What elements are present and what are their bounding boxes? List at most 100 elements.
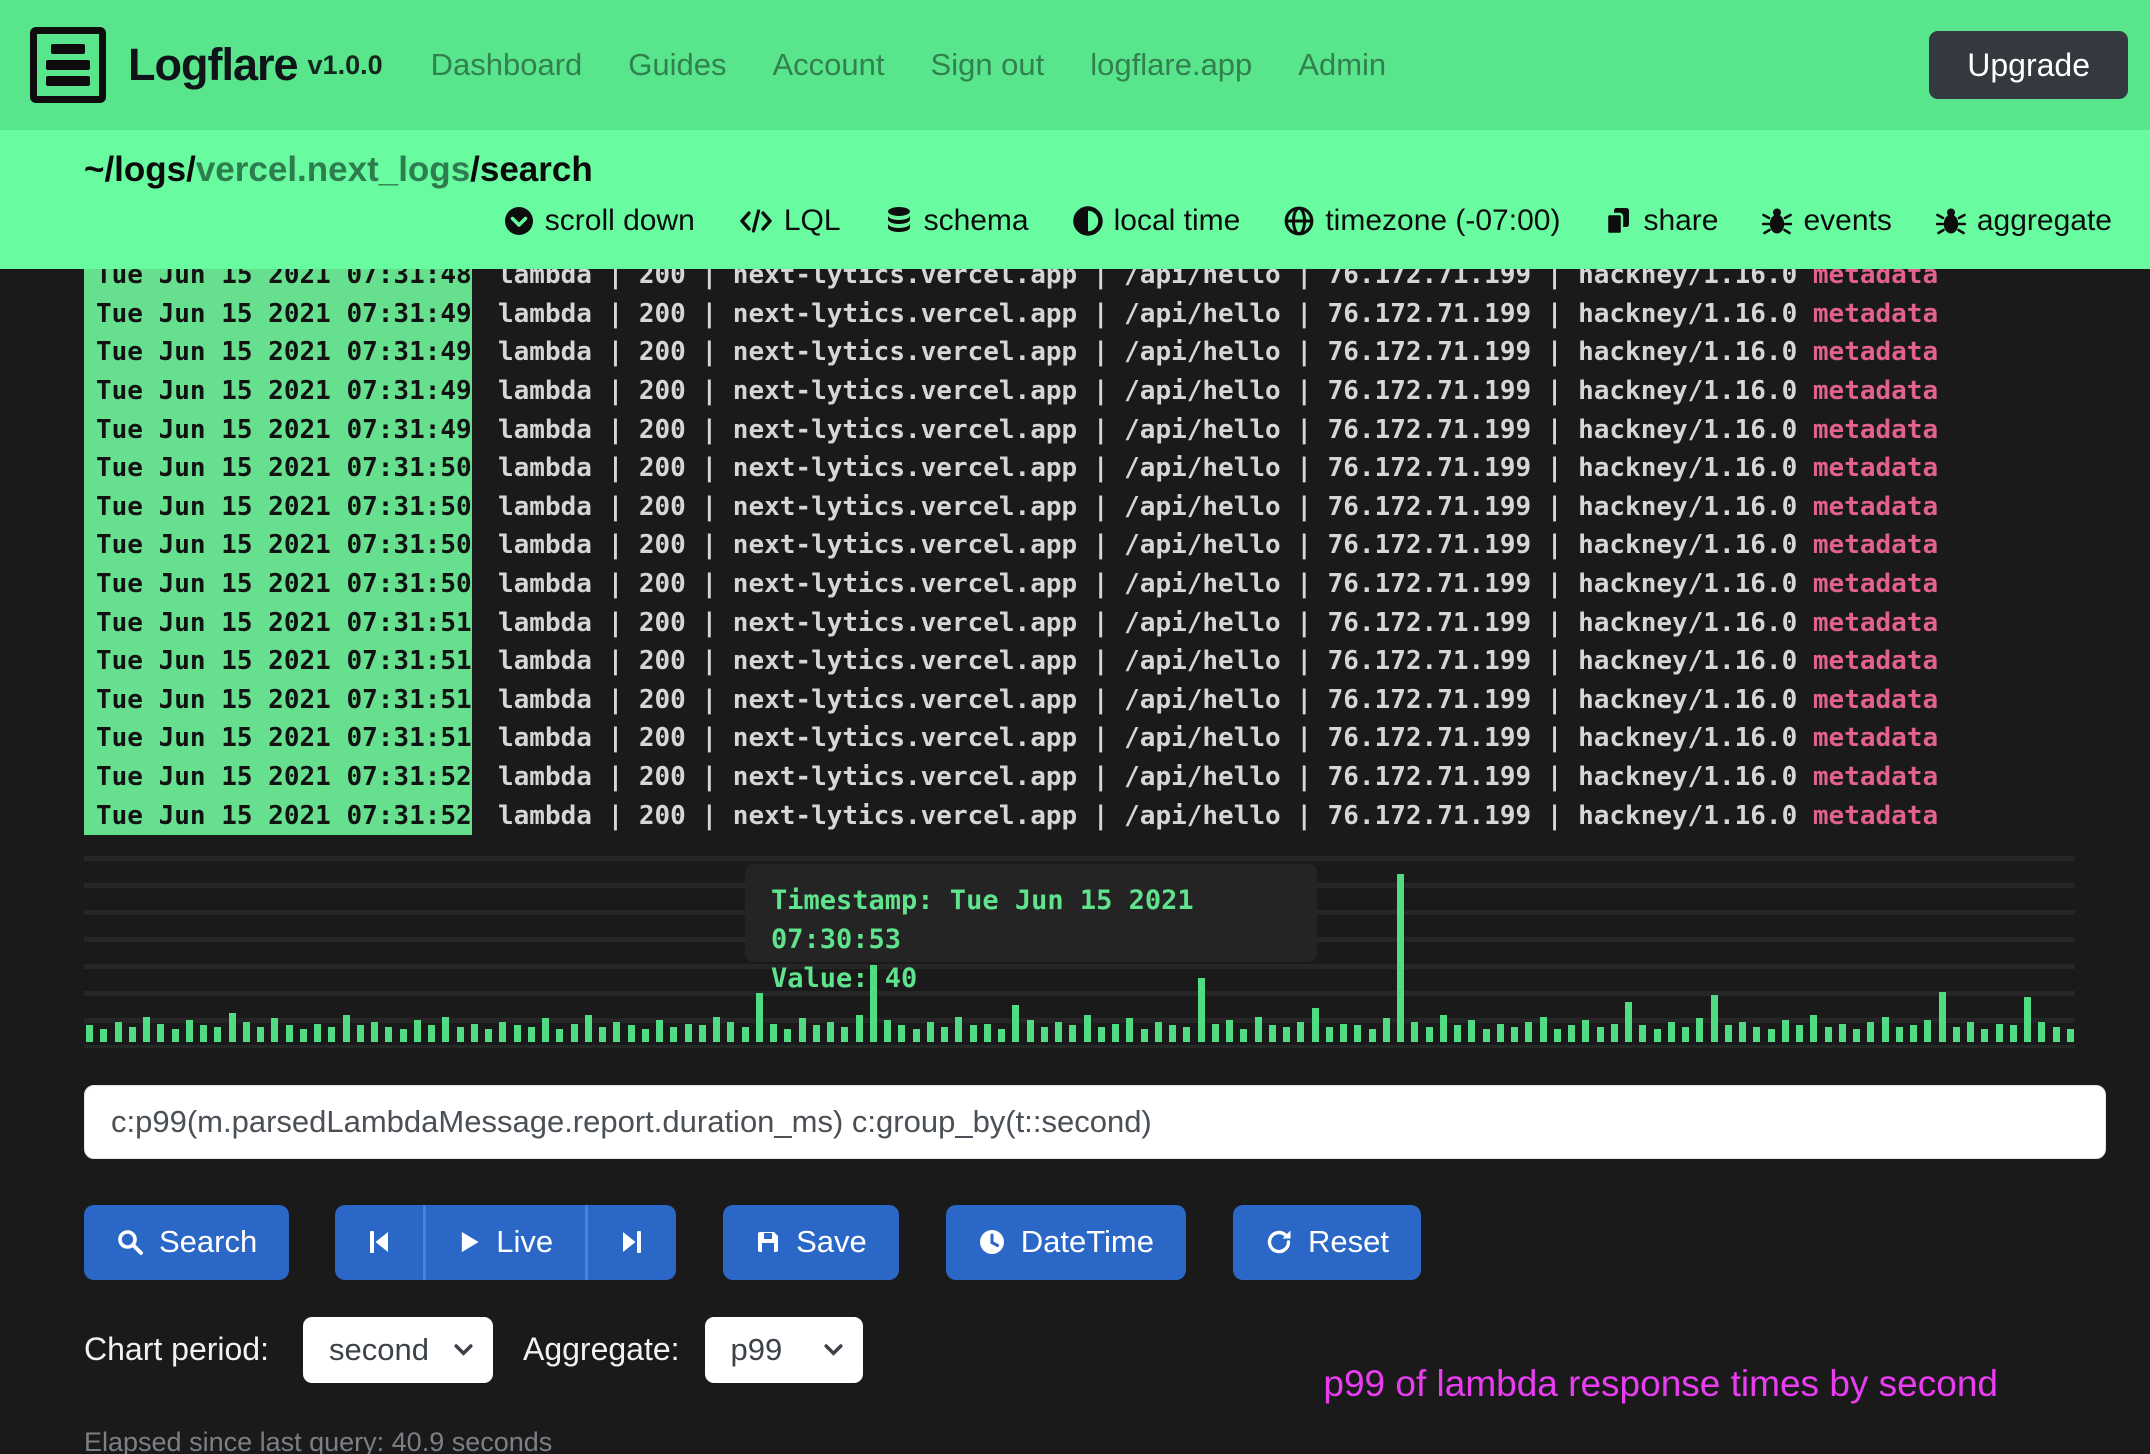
aggregate-select[interactable]: p99 xyxy=(705,1317,863,1383)
metadata-link[interactable]: metadata xyxy=(1813,685,1938,715)
chart-bar[interactable] xyxy=(628,1025,635,1042)
chart-bar[interactable] xyxy=(300,1029,307,1042)
nav-link-guides[interactable]: Guides xyxy=(628,47,726,83)
skip-to-start-button[interactable] xyxy=(335,1205,423,1280)
chart-bar[interactable] xyxy=(856,1015,863,1042)
metadata-link[interactable]: metadata xyxy=(1813,492,1938,522)
chart-bar[interactable] xyxy=(1454,1025,1461,1042)
chart-bar[interactable] xyxy=(1597,1027,1604,1042)
log-row[interactable]: Tue Jun 15 2021 07:31:48lambda | 200 | n… xyxy=(0,269,2150,295)
nav-link-sign-out[interactable]: Sign out xyxy=(931,47,1045,83)
timezone-button[interactable]: timezone (-07:00) xyxy=(1284,204,1560,238)
chart-bar[interactable] xyxy=(1654,1029,1661,1042)
chart-bar[interactable] xyxy=(1668,1022,1675,1042)
chart-bar[interactable] xyxy=(2024,997,2031,1042)
chart-bar[interactable] xyxy=(699,1025,706,1042)
chart-bar[interactable] xyxy=(2038,1022,2045,1042)
metadata-link[interactable]: metadata xyxy=(1813,801,1938,831)
chart-bar[interactable] xyxy=(115,1022,122,1042)
chart-bar[interactable] xyxy=(1084,1015,1091,1042)
metadata-link[interactable]: metadata xyxy=(1813,530,1938,560)
chart-bar[interactable] xyxy=(1112,1024,1119,1042)
chart-bar[interactable] xyxy=(485,1029,492,1042)
chart-bar[interactable] xyxy=(784,1029,791,1042)
nav-link-logflare-app[interactable]: logflare.app xyxy=(1090,47,1252,83)
chart-bar[interactable] xyxy=(499,1022,506,1042)
share-button[interactable]: share xyxy=(1604,204,1718,238)
chart-bar[interactable] xyxy=(1896,1027,1903,1042)
chart-bar[interactable] xyxy=(970,1025,977,1042)
chart-bar[interactable] xyxy=(1027,1020,1034,1042)
chart-bar[interactable] xyxy=(1312,1008,1319,1042)
upgrade-button[interactable]: Upgrade xyxy=(1929,31,2128,99)
logflare-logo-icon[interactable] xyxy=(30,27,106,103)
chart-bar[interactable] xyxy=(1810,1015,1817,1042)
chart-bar[interactable] xyxy=(1853,1029,1860,1042)
chart-bar[interactable] xyxy=(414,1020,421,1042)
metadata-link[interactable]: metadata xyxy=(1813,337,1938,367)
chart-bar[interactable] xyxy=(157,1024,164,1042)
chart-bar[interactable] xyxy=(1540,1017,1547,1042)
chart-bar[interactable] xyxy=(1511,1027,1518,1042)
chart-bar[interactable] xyxy=(1255,1017,1262,1042)
chart-bar[interactable] xyxy=(998,1029,1005,1042)
chart-bar[interactable] xyxy=(756,993,763,1042)
log-row[interactable]: Tue Jun 15 2021 07:31:50lambda | 200 | n… xyxy=(0,565,2150,604)
chart-bar[interactable] xyxy=(143,1017,150,1042)
chart-bar[interactable] xyxy=(1924,1020,1931,1042)
log-row[interactable]: Tue Jun 15 2021 07:31:49lambda | 200 | n… xyxy=(0,295,2150,334)
chart-bar[interactable] xyxy=(799,1018,806,1042)
chart-bar[interactable] xyxy=(898,1025,905,1042)
chart-bar[interactable] xyxy=(1012,1005,1019,1042)
log-row[interactable]: Tue Jun 15 2021 07:31:49lambda | 200 | n… xyxy=(0,333,2150,372)
chart-bar[interactable] xyxy=(514,1025,521,1042)
chart-bar[interactable] xyxy=(1939,992,1946,1042)
chart-bar[interactable] xyxy=(884,1020,891,1042)
chart-bar[interactable] xyxy=(913,1029,920,1042)
chart-bar[interactable] xyxy=(214,1027,221,1042)
chart-bar[interactable] xyxy=(172,1029,179,1042)
chart-bar[interactable] xyxy=(1753,1027,1760,1042)
chart-bar[interactable] xyxy=(200,1025,207,1042)
chart-bar[interactable] xyxy=(2067,1029,2074,1042)
chart-bar[interactable] xyxy=(955,1017,962,1042)
chart-bar[interactable] xyxy=(1725,1025,1732,1042)
chart-bar[interactable] xyxy=(1611,1024,1618,1042)
chart-bar[interactable] xyxy=(1568,1025,1575,1042)
chart-bar[interactable] xyxy=(1340,1024,1347,1042)
chart-bar[interactable] xyxy=(385,1027,392,1042)
search-button[interactable]: Search xyxy=(84,1205,289,1280)
chart-bar[interactable] xyxy=(1796,1025,1803,1042)
metadata-link[interactable]: metadata xyxy=(1813,269,1938,290)
chart-bar[interactable] xyxy=(1098,1027,1105,1042)
query-input[interactable] xyxy=(84,1085,2106,1159)
chart-bar[interactable] xyxy=(1625,1002,1632,1042)
chart-bar[interactable] xyxy=(2053,1027,2060,1042)
chart-bar[interactable] xyxy=(343,1015,350,1042)
scroll-down-button[interactable]: scroll down xyxy=(504,204,695,238)
metadata-link[interactable]: metadata xyxy=(1813,723,1938,753)
metadata-link[interactable]: metadata xyxy=(1813,608,1938,638)
chart-bar[interactable] xyxy=(229,1013,236,1042)
chart-bar[interactable] xyxy=(1269,1025,1276,1042)
chart-bar[interactable] xyxy=(1525,1022,1532,1042)
metadata-link[interactable]: metadata xyxy=(1813,299,1938,329)
chart-bar[interactable] xyxy=(528,1027,535,1042)
chart-bar[interactable] xyxy=(742,1027,749,1042)
chart-bar[interactable] xyxy=(713,1017,720,1042)
chart-bar[interactable] xyxy=(1383,1018,1390,1042)
chart-bar[interactable] xyxy=(1397,874,1404,1042)
chart-bar[interactable] xyxy=(827,1022,834,1042)
chart-bar[interactable] xyxy=(813,1025,820,1042)
chart-bar[interactable] xyxy=(1041,1027,1048,1042)
log-row[interactable]: Tue Jun 15 2021 07:31:50lambda | 200 | n… xyxy=(0,526,2150,565)
events-button[interactable]: events xyxy=(1762,204,1891,238)
chart-bar[interactable] xyxy=(656,1020,663,1042)
log-row[interactable]: Tue Jun 15 2021 07:31:52lambda | 200 | n… xyxy=(0,758,2150,797)
metadata-link[interactable]: metadata xyxy=(1813,762,1938,792)
chart-bar[interactable] xyxy=(984,1024,991,1042)
chart-bar[interactable] xyxy=(1468,1020,1475,1042)
chart-bar[interactable] xyxy=(328,1027,335,1042)
chart-bar[interactable] xyxy=(727,1022,734,1042)
local-time-toggle[interactable]: local time xyxy=(1073,204,1241,238)
